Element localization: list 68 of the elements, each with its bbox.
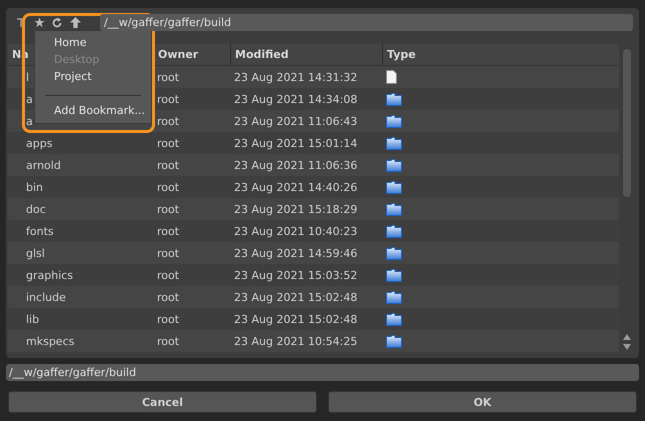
- modified-cell: 23 Aug 2021 14:40:26: [234, 180, 358, 194]
- name-cell: glsl: [26, 246, 45, 260]
- name-cell: mkspecs: [26, 334, 74, 348]
- name-cell: include: [26, 290, 66, 304]
- star-icon[interactable]: [32, 16, 46, 30]
- column-header[interactable]: Owner: [153, 44, 230, 65]
- owner-cell: root: [157, 312, 180, 326]
- menu-item[interactable]: Project: [35, 68, 151, 85]
- modified-cell: 23 Aug 2021 15:02:48: [234, 290, 358, 304]
- modified-cell: 23 Aug 2021 11:06:36: [234, 158, 358, 172]
- name-cell: fonts: [26, 224, 54, 238]
- modified-cell: 23 Aug 2021 10:40:23: [234, 224, 358, 238]
- folder-icon: [386, 180, 402, 194]
- owner-cell: root: [157, 202, 180, 216]
- owner-cell: root: [157, 180, 180, 194]
- folder-icon: [386, 334, 402, 348]
- owner-cell: root: [157, 246, 180, 260]
- modified-cell: 23 Aug 2021 15:01:14: [234, 136, 358, 150]
- path-field[interactable]: /__w/gaffer/gaffer/build: [6, 364, 639, 381]
- folder-icon: [386, 114, 402, 128]
- name-cell: a: [26, 114, 33, 128]
- up-arrow-icon[interactable]: [68, 16, 82, 30]
- owner-cell: root: [157, 224, 180, 238]
- refresh-icon[interactable]: [50, 16, 64, 30]
- scroll-down-icon[interactable]: [623, 344, 631, 350]
- modified-cell: 23 Aug 2021 10:54:25: [234, 334, 358, 348]
- name-cell: doc: [26, 202, 46, 216]
- name-cell: bin: [26, 180, 44, 194]
- owner-cell: root: [157, 136, 180, 150]
- modified-cell: 23 Aug 2021 11:06:43: [234, 114, 358, 128]
- scrollbar-thumb[interactable]: [623, 49, 631, 197]
- menu-item[interactable]: Home: [35, 34, 151, 51]
- owner-cell: root: [157, 158, 180, 172]
- folder-icon: [386, 268, 402, 282]
- cancel-button[interactable]: Cancel: [8, 391, 317, 413]
- modified-cell: 23 Aug 2021 14:59:46: [234, 246, 358, 260]
- folder-icon: [386, 312, 402, 326]
- owner-cell: root: [157, 334, 180, 348]
- owner-cell: root: [157, 92, 180, 106]
- modified-cell: 23 Aug 2021 15:02:48: [234, 312, 358, 326]
- ok-button[interactable]: OK: [328, 391, 637, 413]
- column-header[interactable]: Modified: [230, 44, 382, 65]
- owner-cell: root: [157, 70, 180, 84]
- modified-cell: 23 Aug 2021 14:34:08: [234, 92, 358, 106]
- scroll-up-icon[interactable]: [623, 334, 631, 340]
- name-cell: apps: [26, 136, 52, 150]
- folder-icon: [386, 158, 402, 172]
- folder-icon: [386, 92, 402, 106]
- path-field[interactable]: /__w/gaffer/gaffer/build: [100, 14, 633, 31]
- folder-icon: [386, 246, 402, 260]
- folder-icon: [386, 290, 402, 304]
- folder-icon: [386, 136, 402, 150]
- owner-cell: root: [157, 268, 180, 282]
- modified-cell: 23 Aug 2021 14:31:32: [234, 70, 358, 84]
- folder-icon: [386, 224, 402, 238]
- name-cell: a: [26, 92, 33, 106]
- modified-cell: 23 Aug 2021 15:03:52: [234, 268, 358, 282]
- name-cell: l: [26, 70, 30, 84]
- owner-cell: root: [157, 290, 180, 304]
- name-cell: lib: [26, 312, 40, 326]
- modified-cell: 23 Aug 2021 15:18:29: [234, 202, 358, 216]
- file-icon: [386, 70, 397, 84]
- owner-cell: root: [157, 114, 180, 128]
- name-cell: graphics: [26, 268, 74, 282]
- column-header[interactable]: Type: [382, 44, 619, 65]
- menu-item[interactable]: Add Bookmark...: [35, 102, 151, 119]
- folder-icon: [386, 202, 402, 216]
- name-cell: arnold: [26, 158, 61, 172]
